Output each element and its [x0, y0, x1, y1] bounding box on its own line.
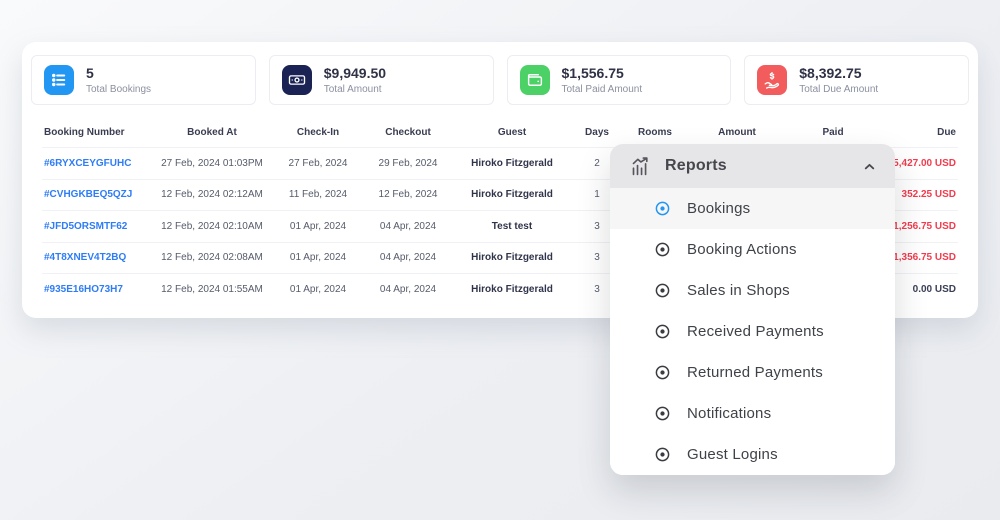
column-header-check-in: Check-In: [277, 123, 359, 148]
cell-booked-at: 12 Feb, 2024 02:10AM: [147, 211, 277, 243]
cell-guest: Hiroko Fitzgerald: [457, 274, 567, 306]
stat-label: Total Due Amount: [799, 84, 878, 95]
cell-check-in: 01 Apr, 2024: [277, 274, 359, 306]
booking-number-link[interactable]: #4T8XNEV4T2BQ: [44, 252, 126, 263]
booking-number-link[interactable]: #6RYXCEYGFUHC: [44, 158, 131, 169]
cell-booking-number: #JFD5ORSMTF62: [42, 211, 147, 243]
cell-check-in: 11 Feb, 2024: [277, 179, 359, 211]
dropdown-item-notifications[interactable]: Notifications: [610, 393, 895, 434]
bullseye-icon: [654, 446, 671, 463]
booking-number-link[interactable]: #JFD5ORSMTF62: [44, 221, 127, 232]
bullseye-icon: [654, 405, 671, 422]
page-background: 5 Total Bookings $9,949.50 Total Amount $1,5…: [0, 0, 1000, 520]
booking-number-link[interactable]: #CVHGKBEQ5QZJ: [44, 189, 132, 200]
stat-card-total-amount: $9,949.50 Total Amount: [269, 55, 494, 105]
chevron-up-icon: [862, 159, 877, 174]
list-icon: [44, 65, 74, 95]
cell-booking-number: #935E16HO73H7: [42, 274, 147, 306]
stat-card-total-paid-amount: $1,556.75 Total Paid Amount: [507, 55, 732, 105]
cell-check-in: 27 Feb, 2024: [277, 148, 359, 180]
dropdown-item-returned-payments[interactable]: Returned Payments: [610, 352, 895, 393]
column-header-booking-number: Booking Number: [42, 123, 147, 148]
cell-guest: Test test: [457, 211, 567, 243]
dropdown-item-label: Bookings: [687, 200, 750, 217]
dropdown-item-label: Sales in Shops: [687, 282, 790, 299]
dropdown-item-bookings[interactable]: Bookings: [610, 188, 895, 229]
cell-checkout: 04 Apr, 2024: [359, 242, 457, 274]
cell-booked-at: 12 Feb, 2024 01:55AM: [147, 274, 277, 306]
column-header-booked-at: Booked At: [147, 123, 277, 148]
booking-number-link[interactable]: #935E16HO73H7: [44, 284, 123, 295]
column-header-due: Due: [875, 123, 958, 148]
cell-check-in: 01 Apr, 2024: [277, 242, 359, 274]
dropdown-item-guest-logins[interactable]: Guest Logins: [610, 434, 895, 475]
banknote-icon: [282, 65, 312, 95]
chart-icon: [630, 156, 651, 177]
cell-booking-number: #6RYXCEYGFUHC: [42, 148, 147, 180]
cell-booked-at: 27 Feb, 2024 01:03PM: [147, 148, 277, 180]
stat-value: $1,556.75: [562, 65, 643, 81]
cell-guest: Hiroko Fitzgerald: [457, 148, 567, 180]
dropdown-item-label: Notifications: [687, 405, 771, 422]
stat-value: 5: [86, 65, 151, 81]
dropdown-item-label: Guest Logins: [687, 446, 778, 463]
stat-label: Total Amount: [324, 84, 386, 95]
cell-booking-number: #CVHGKBEQ5QZJ: [42, 179, 147, 211]
stat-value: $8,392.75: [799, 65, 878, 81]
cell-guest: Hiroko Fitzgerald: [457, 242, 567, 274]
wallet-icon: [520, 65, 550, 95]
column-header-checkout: Checkout: [359, 123, 457, 148]
dropdown-item-label: Booking Actions: [687, 241, 797, 258]
dropdown-item-label: Received Payments: [687, 323, 824, 340]
column-header-guest: Guest: [457, 123, 567, 148]
bullseye-icon: [654, 364, 671, 381]
stats-row: 5 Total Bookings $9,949.50 Total Amount $1,5…: [22, 42, 978, 105]
cell-booked-at: 12 Feb, 2024 02:08AM: [147, 242, 277, 274]
cell-checkout: 04 Apr, 2024: [359, 211, 457, 243]
stat-label: Total Bookings: [86, 84, 151, 95]
bullseye-icon: [654, 241, 671, 258]
stat-card-total-bookings: 5 Total Bookings: [31, 55, 256, 105]
stat-label: Total Paid Amount: [562, 84, 643, 95]
cell-checkout: 04 Apr, 2024: [359, 274, 457, 306]
bullseye-icon: [654, 282, 671, 299]
hand-dollar-icon: [757, 65, 787, 95]
cell-guest: Hiroko Fitzgerald: [457, 179, 567, 211]
bullseye-icon: [654, 200, 671, 217]
cell-booking-number: #4T8XNEV4T2BQ: [42, 242, 147, 274]
cell-check-in: 01 Apr, 2024: [277, 211, 359, 243]
dropdown-item-label: Returned Payments: [687, 364, 823, 381]
dropdown-item-booking-actions[interactable]: Booking Actions: [610, 229, 895, 270]
cell-checkout: 12 Feb, 2024: [359, 179, 457, 211]
reports-dropdown-items: Bookings Booking Actions Sales in Shops Rec…: [610, 188, 895, 475]
reports-dropdown-title: Reports: [665, 157, 862, 175]
cell-checkout: 29 Feb, 2024: [359, 148, 457, 180]
stat-value: $9,949.50: [324, 65, 386, 81]
cell-booked-at: 12 Feb, 2024 02:12AM: [147, 179, 277, 211]
dropdown-item-received-payments[interactable]: Received Payments: [610, 311, 895, 352]
reports-dropdown: Reports Bookings Booking Actions Sales in …: [610, 144, 895, 475]
reports-dropdown-header[interactable]: Reports: [610, 144, 895, 188]
dropdown-item-sales-in-shops[interactable]: Sales in Shops: [610, 270, 895, 311]
stat-card-total-due-amount: $8,392.75 Total Due Amount: [744, 55, 969, 105]
bullseye-icon: [654, 323, 671, 340]
